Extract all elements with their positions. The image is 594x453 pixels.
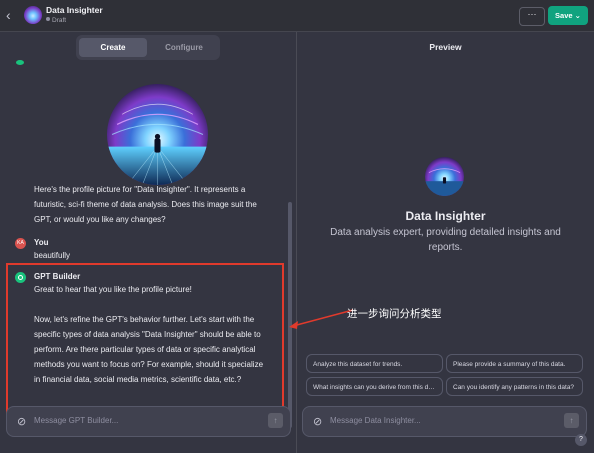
conversation-starter-3[interactable]: What insights can you derive from this d… xyxy=(306,377,443,396)
preview-heading: Preview xyxy=(429,42,462,52)
preview-gpt-avatar xyxy=(425,157,464,196)
preview-attach-icon[interactable]: ⊘ xyxy=(313,415,322,428)
attach-icon[interactable]: ⊘ xyxy=(17,415,26,428)
help-icon[interactable]: ? xyxy=(575,434,587,446)
user-sender-label: You xyxy=(34,238,49,247)
annotation-label: 进一步询问分析类型 xyxy=(347,308,442,320)
status-dot-icon xyxy=(46,17,50,21)
back-chevron-icon[interactable]: ‹ xyxy=(6,8,18,22)
gpt-avatar-thumbnail xyxy=(24,6,42,24)
conversation-starter-4[interactable]: Can you identify any patterns in this da… xyxy=(446,377,583,396)
builder-message-input[interactable]: ⊘ Message GPT Builder... ↑ xyxy=(6,406,291,437)
preview-send-arrow-icon[interactable]: ↑ xyxy=(564,413,579,428)
conversation-starter-1[interactable]: Analyze this dataset for trends. xyxy=(306,354,443,373)
save-button[interactable]: Save ⌄ xyxy=(548,6,588,25)
status-text: Draft xyxy=(52,17,67,24)
conversation-starter-2[interactable]: Please provide a summary of this data. xyxy=(446,354,583,373)
draft-status: Draft xyxy=(46,17,66,24)
gpt-title: Data Insighter xyxy=(46,5,103,15)
header-bar: ‹ Data Insighter Draft ··· Save ⌄ xyxy=(0,0,594,32)
preview-gpt-name: Data Insighter xyxy=(405,209,486,223)
preview-avatar-art xyxy=(425,157,464,196)
generated-profile-image xyxy=(107,84,208,185)
annotation-arrow-icon xyxy=(289,309,354,329)
builder-input-placeholder: Message GPT Builder... xyxy=(34,416,119,425)
tab-bar: Create Configure xyxy=(76,35,220,60)
preview-gpt-description: Data analysis expert, providing detailed… xyxy=(330,227,561,253)
intro-line-2: futuristic, sci-fi theme of data analysi… xyxy=(34,200,257,209)
tab-configure[interactable]: Configure xyxy=(150,38,218,57)
intro-line-1: Here's the profile picture for "Data Ins… xyxy=(34,185,246,194)
builder-panel: Create Configure Here's the profile pict… xyxy=(0,32,296,453)
profile-image-art xyxy=(107,84,208,185)
previous-message-avatar-icon xyxy=(16,60,24,65)
tab-create[interactable]: Create xyxy=(79,38,147,57)
preview-panel: Preview Data Insighter Data analysis exp… xyxy=(297,32,594,453)
preview-message-input[interactable]: ⊘ Message Data Insighter... ↑ xyxy=(302,406,587,437)
send-arrow-icon[interactable]: ↑ xyxy=(268,413,283,428)
user-avatar: KA xyxy=(15,238,26,249)
more-options-button[interactable]: ··· xyxy=(519,7,545,26)
assistant-intro-message: Here's the profile picture for "Data Ins… xyxy=(34,182,257,227)
user-message: beautifully xyxy=(34,251,71,260)
preview-input-placeholder: Message Data Insighter... xyxy=(330,416,421,425)
intro-line-3: GPT, or would you like any changes? xyxy=(34,215,166,224)
annotation-highlight-box xyxy=(6,263,284,418)
